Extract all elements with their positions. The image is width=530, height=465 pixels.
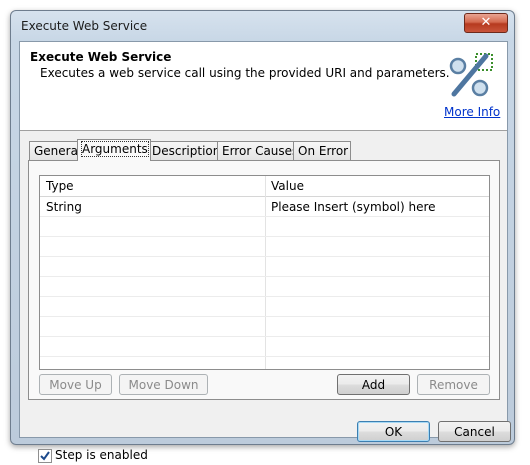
tab-arguments[interactable]: Arguments xyxy=(77,139,151,161)
dialog-window: Execute Web Service ✕ Execute Web Servic… xyxy=(10,10,515,463)
column-header-type[interactable]: Type xyxy=(46,179,74,193)
tab-description[interactable]: Description xyxy=(147,141,220,160)
close-button[interactable]: ✕ xyxy=(464,13,508,33)
ok-button[interactable]: OK xyxy=(357,421,430,442)
cancel-button[interactable]: Cancel xyxy=(438,421,511,442)
cancel-label: Cancel xyxy=(454,425,495,439)
table-row[interactable]: String Please Insert (symbol) here xyxy=(40,197,489,217)
empty-row[interactable] xyxy=(40,297,489,317)
percent-icon xyxy=(449,53,493,97)
close-icon: ✕ xyxy=(480,15,492,30)
move-down-label: Move Down xyxy=(128,378,199,392)
tab-description-label: Description xyxy=(152,144,221,158)
remove-button[interactable]: Remove xyxy=(417,374,490,395)
checkmark-icon xyxy=(40,451,50,461)
more-info-link[interactable]: More Info xyxy=(444,105,500,119)
add-button[interactable]: Add xyxy=(337,374,410,395)
cell-value[interactable]: Please Insert (symbol) here xyxy=(271,200,436,214)
remove-label: Remove xyxy=(429,378,478,392)
tab-general[interactable]: General xyxy=(29,141,82,160)
empty-row[interactable] xyxy=(40,277,489,297)
dialog-client: Execute Web Service Executes a web servi… xyxy=(19,41,511,463)
header-description: Executes a web service call using the pr… xyxy=(40,66,450,80)
empty-row[interactable] xyxy=(40,217,489,237)
tab-arguments-label: Arguments xyxy=(81,141,149,157)
move-down-button[interactable]: Move Down xyxy=(119,374,208,395)
tab-general-label: General xyxy=(34,144,82,158)
cell-type[interactable]: String xyxy=(46,200,82,214)
tab-error-causes[interactable]: Error Causes xyxy=(217,141,299,160)
title-bar[interactable]: Execute Web Service ✕ xyxy=(11,11,514,41)
step-enabled-checkbox[interactable] xyxy=(38,449,52,463)
tab-on-error-label: On Error xyxy=(298,144,349,158)
step-enabled-label[interactable]: Step is enabled xyxy=(55,448,148,462)
arguments-panel: Type Value String Please Insert (symbol)… xyxy=(28,160,500,400)
empty-row[interactable] xyxy=(40,337,489,357)
ok-label: OK xyxy=(384,425,403,439)
empty-row[interactable] xyxy=(40,257,489,277)
empty-row[interactable] xyxy=(40,237,489,257)
arguments-grid[interactable]: Type Value String Please Insert (symbol)… xyxy=(39,175,490,370)
header-title: Execute Web Service xyxy=(30,50,172,64)
empty-row[interactable] xyxy=(40,317,489,337)
header-panel: Execute Web Service Executes a web servi… xyxy=(20,42,507,131)
move-up-button[interactable]: Move Up xyxy=(39,374,112,395)
add-label: Add xyxy=(361,378,386,392)
column-header-value[interactable]: Value xyxy=(271,179,304,193)
move-up-label: Move Up xyxy=(49,378,102,392)
tab-error-causes-label: Error Causes xyxy=(222,144,299,158)
tab-on-error[interactable]: On Error xyxy=(293,141,351,160)
window-title: Execute Web Service xyxy=(21,19,148,33)
